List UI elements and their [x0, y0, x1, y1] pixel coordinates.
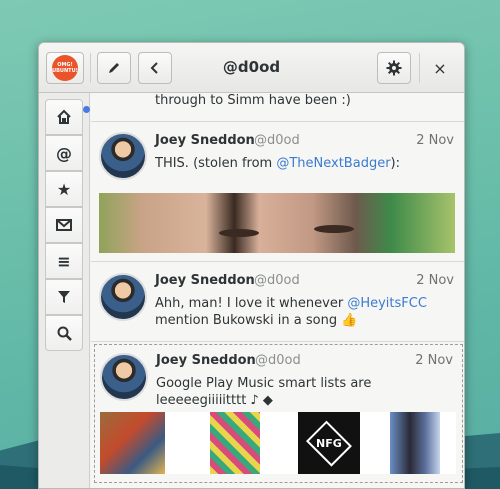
header-bar: OMG! UBUNTU! @d0od ×: [39, 43, 464, 93]
author-name[interactable]: Joey Sneddon: [155, 273, 255, 288]
corebird-window: OMG! UBUNTU! @d0od × @ ★ ≡ through to Si…: [38, 42, 465, 489]
tweet-text: THIS. (stolen from @TheNextBadger):: [155, 156, 400, 171]
tweet-image[interactable]: [99, 193, 455, 253]
notification-dot: [83, 106, 90, 113]
avatar[interactable]: [99, 132, 147, 180]
tweet-date[interactable]: 2 Nov: [416, 133, 454, 148]
tweet-fragment[interactable]: through to Simm have been :): [91, 93, 464, 122]
author-handle[interactable]: @d0od: [254, 133, 300, 148]
author-name[interactable]: Joey Sneddon: [156, 353, 256, 368]
sidebar-item-home[interactable]: [45, 99, 90, 135]
mention-link[interactable]: @TheNextBadger: [276, 156, 390, 171]
separator: [90, 53, 91, 83]
album-cover[interactable]: [210, 412, 260, 474]
sidebar: @ ★ ≡: [39, 93, 90, 488]
close-button[interactable]: ×: [427, 55, 453, 81]
tweet[interactable]: Joey Sneddon @d0od 2 Nov Ahh, man! I lov…: [91, 262, 464, 342]
list-icon: ≡: [57, 251, 71, 271]
compose-button[interactable]: [97, 52, 131, 84]
separator: [419, 53, 420, 83]
settings-button[interactable]: [377, 52, 411, 84]
album-cover[interactable]: [100, 412, 165, 474]
sidebar-item-lists[interactable]: ≡: [45, 243, 83, 279]
tweet[interactable]: Joey Sneddon @d0od 2 Nov THIS. (stolen f…: [91, 122, 464, 262]
gear-icon: [386, 60, 402, 76]
home-icon: [57, 109, 71, 124]
back-icon: [150, 62, 158, 74]
sidebar-item-search[interactable]: [45, 315, 83, 351]
author-handle[interactable]: @d0od: [255, 353, 301, 368]
tweet-images[interactable]: NFG: [100, 412, 456, 474]
album-cover[interactable]: [390, 412, 440, 474]
tweet-text: through to Simm have been :): [155, 93, 351, 108]
author-handle[interactable]: @d0od: [254, 273, 300, 288]
tweet-date[interactable]: 2 Nov: [415, 353, 453, 368]
filter-icon: [58, 291, 70, 303]
tweet-text: Google Play Music smart lists are leeeee…: [156, 376, 372, 408]
sidebar-item-favorites[interactable]: ★: [45, 171, 83, 207]
sidebar-item-filters[interactable]: [45, 279, 83, 315]
mentions-icon: @: [56, 143, 72, 163]
omg-logo-icon: OMG! UBUNTU!: [52, 55, 78, 81]
envelope-icon: [56, 219, 72, 231]
star-icon: ★: [56, 179, 72, 199]
author-name[interactable]: Joey Sneddon: [155, 133, 255, 148]
image-detail: [314, 225, 354, 233]
back-button[interactable]: [138, 52, 172, 84]
mention-link[interactable]: @HeyitsFCC: [347, 296, 427, 311]
tweet-date[interactable]: 2 Nov: [416, 273, 454, 288]
tweet-text: Ahh, man! I love it whenever @HeyitsFCC …: [155, 296, 427, 328]
image-detail: [219, 229, 259, 237]
close-icon: ×: [433, 58, 447, 78]
timeline[interactable]: through to Simm have been :) Joey Sneddo…: [91, 93, 464, 488]
avatar[interactable]: [99, 273, 147, 321]
sidebar-item-messages[interactable]: [45, 207, 83, 243]
search-icon: [57, 326, 72, 341]
account-button[interactable]: OMG! UBUNTU!: [46, 52, 84, 84]
avatar[interactable]: [100, 353, 148, 401]
album-cover[interactable]: NFG: [298, 412, 360, 474]
tweet-selected[interactable]: Joey Sneddon @d0od 2 Nov Google Play Mus…: [94, 344, 463, 483]
sidebar-item-mentions[interactable]: @: [45, 135, 83, 171]
compose-icon: [109, 63, 119, 73]
